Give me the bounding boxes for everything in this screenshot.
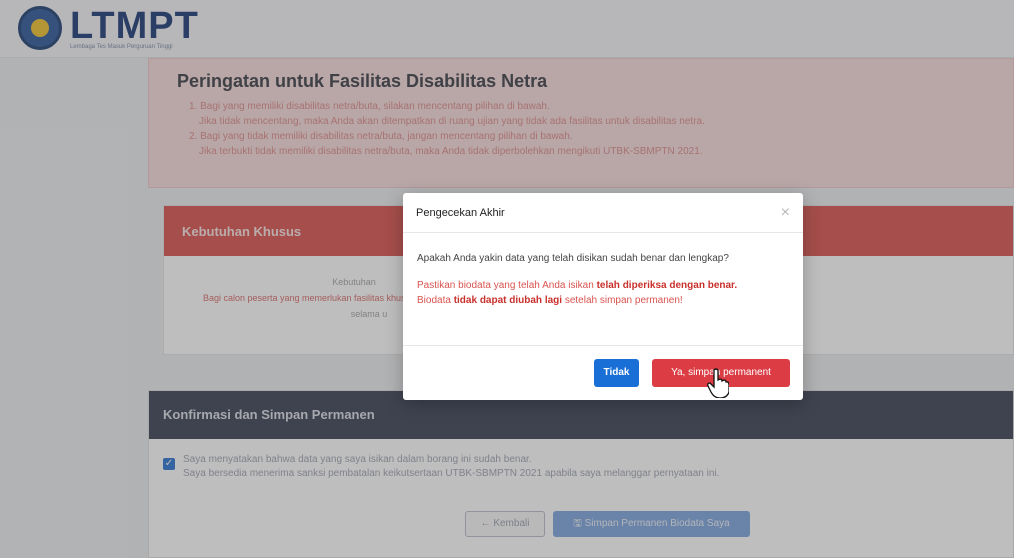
no-button[interactable]: Tidak	[594, 359, 639, 387]
modal-note-bold: telah diperiksa dengan benar.	[596, 280, 738, 291]
modal-note-text: setelah simpan permanen!	[562, 295, 683, 306]
modal-question: Apakah Anda yakin data yang telah disika…	[417, 253, 729, 264]
hand-pointer-icon	[707, 368, 729, 398]
modal-footer: Tidak Ya, simpan permanent	[403, 345, 803, 400]
final-check-modal: Pengecekan Akhir × Apakah Anda yakin dat…	[403, 193, 803, 400]
modal-note: Pastikan biodata yang telah Anda isikan …	[417, 278, 789, 308]
modal-note-bold: tidak dapat diubah lagi	[453, 295, 563, 306]
close-icon[interactable]: ×	[781, 204, 790, 222]
modal-note-text: Pastikan biodata yang telah Anda isikan	[417, 280, 597, 291]
modal-title: Pengecekan Akhir	[403, 193, 803, 233]
modal-body: Apakah Anda yakin data yang telah disika…	[403, 233, 803, 308]
modal-note-text: Biodata	[417, 295, 454, 306]
